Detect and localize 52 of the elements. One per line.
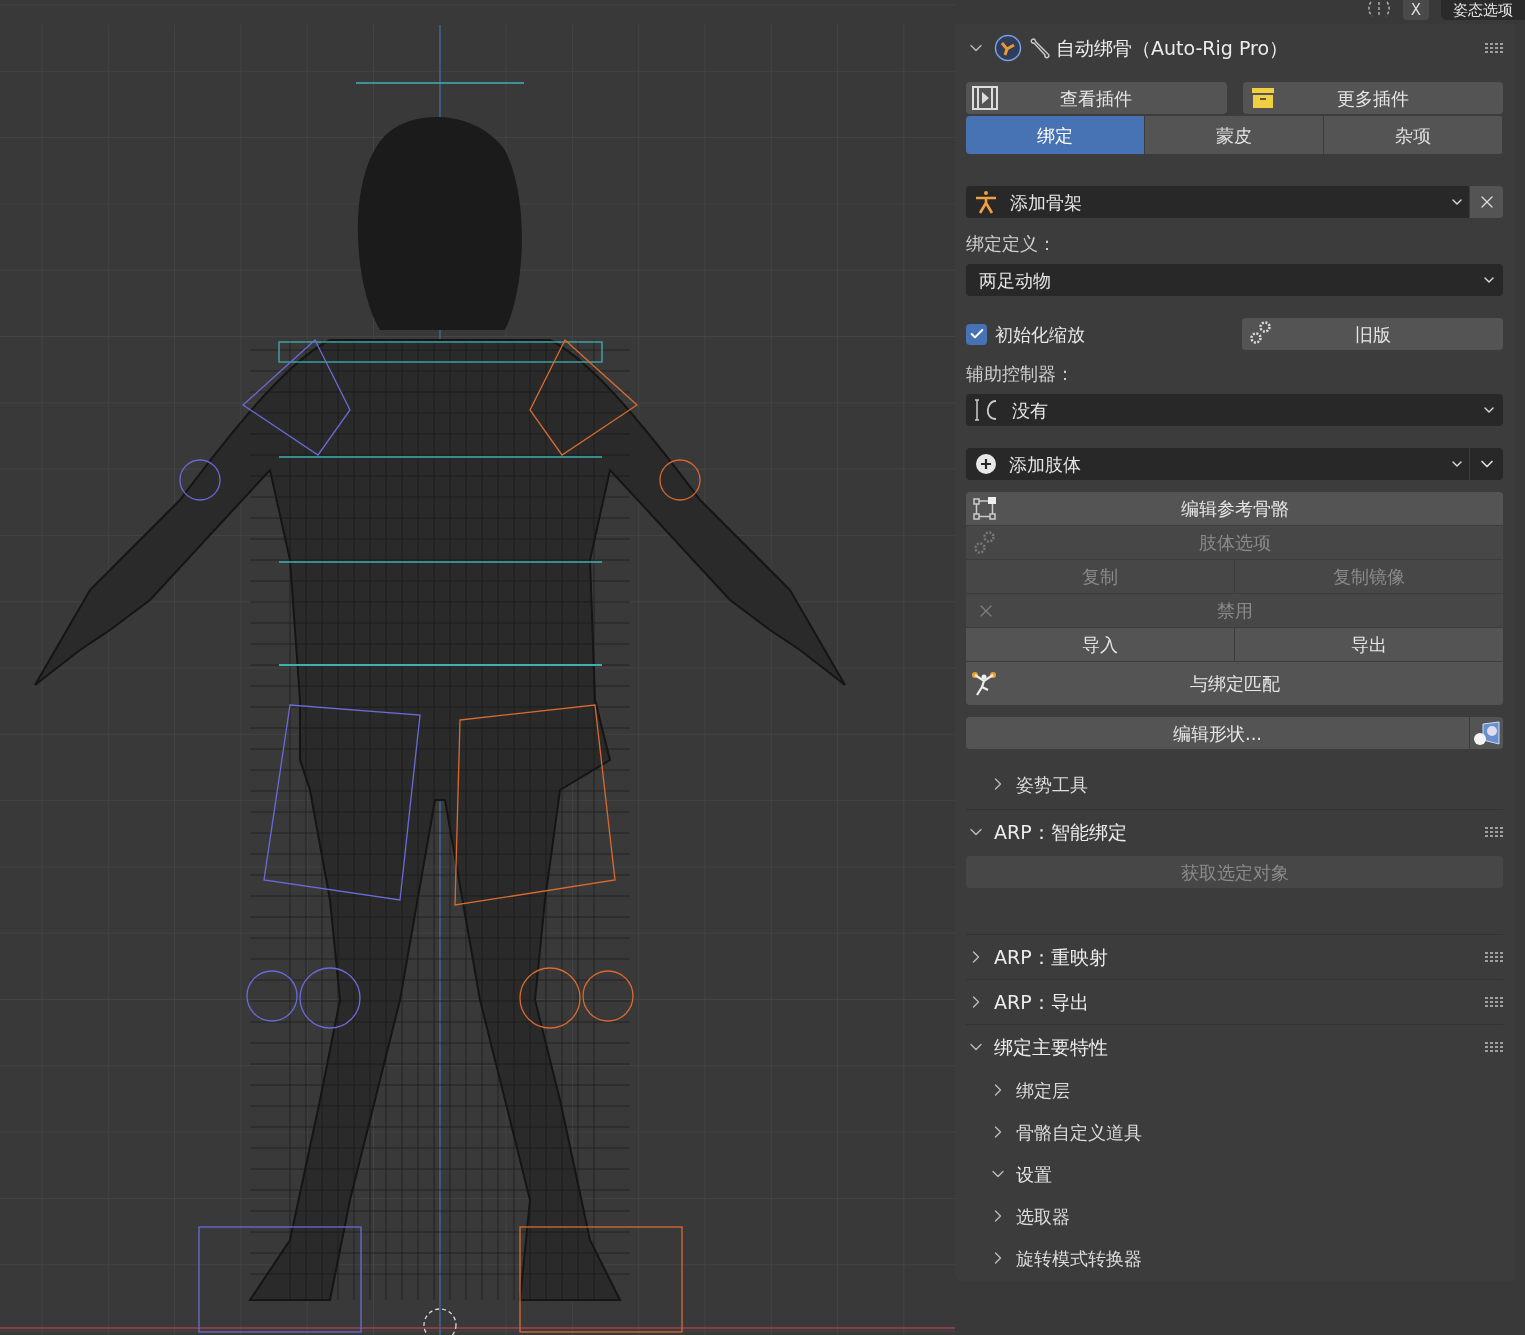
subpanel-title[interactable]: 旋转模式转换器	[1016, 1244, 1142, 1272]
panel-title[interactable]: ARP：导出	[994, 987, 1477, 1017]
checkbox[interactable]	[966, 323, 987, 345]
drag-handle-icon[interactable]	[1485, 827, 1503, 837]
close-button[interactable]: X	[1402, 0, 1429, 20]
running-figure-icon	[971, 669, 999, 698]
subpanel-title[interactable]: 姿势工具	[1016, 770, 1088, 798]
action-button[interactable]: 编辑参考骨骼	[966, 492, 1503, 525]
tab[interactable]: 绑定	[966, 116, 1145, 154]
field-label: 绑定定义：	[966, 232, 1057, 256]
helper-dropdown[interactable]: 没有	[966, 394, 1503, 426]
drag-handle-icon[interactable]	[1485, 952, 1503, 962]
figure-icon	[974, 190, 998, 214]
remove-button[interactable]	[1469, 186, 1503, 218]
bone-chain-icon	[972, 495, 998, 522]
gears-icon	[1248, 320, 1274, 346]
add-limb-dropdown[interactable]: 添加肢体	[966, 448, 1469, 480]
bone-icon	[1030, 37, 1052, 59]
field-label: 辅助控制器：	[966, 362, 1075, 386]
rig-definition-dropdown[interactable]: 两足动物	[966, 264, 1503, 296]
tab[interactable]: 蒙皮	[1145, 116, 1324, 154]
drag-handle-icon[interactable]	[1485, 43, 1503, 53]
panel-title[interactable]: 自动绑骨（Auto-Rig Pro）	[1056, 33, 1289, 63]
action-button[interactable]: 导出	[1235, 628, 1503, 661]
drag-handle-icon[interactable]	[1485, 1042, 1503, 1052]
legacy-button[interactable]: 旧版	[1242, 318, 1503, 350]
action-button[interactable]: 与绑定匹配	[966, 662, 1503, 705]
pose-icon[interactable]	[1366, 0, 1391, 18]
panel-title[interactable]: ARP：智能绑定	[994, 817, 1477, 847]
panel-tab[interactable]: 姿态选项	[1441, 0, 1525, 20]
subpanel-title[interactable]: 绑定层	[1016, 1076, 1070, 1104]
panel-title[interactable]: ARP：重映射	[994, 942, 1477, 972]
shape-button[interactable]	[1469, 717, 1503, 749]
addon-logo-icon	[994, 34, 1022, 62]
checkbox-label[interactable]: 初始化缩放	[995, 320, 1085, 348]
action-button[interactable]: 导入	[966, 628, 1234, 661]
plus-circle-icon	[976, 454, 996, 474]
gears-icon	[972, 529, 998, 556]
subpanel-title[interactable]: 设置	[1016, 1160, 1052, 1188]
sphere-plane-icon	[1472, 720, 1501, 746]
panel-title[interactable]: 绑定主要特性	[994, 1032, 1477, 1062]
addon-link-button[interactable]: 查看插件	[966, 82, 1227, 114]
edit-shape-button[interactable]: 编辑形状...	[966, 717, 1469, 749]
drag-handle-icon[interactable]	[1485, 997, 1503, 1007]
archive-box-icon	[1250, 87, 1275, 109]
addon-link-button[interactable]: 更多插件	[1242, 82, 1503, 114]
subpanel-title[interactable]: 骨骼自定义道具	[1016, 1118, 1142, 1146]
tab[interactable]: 杂项	[1324, 116, 1503, 154]
subpanel-title[interactable]: 选取器	[1016, 1202, 1070, 1230]
film-icon	[972, 86, 998, 110]
expand-button[interactable]	[1469, 448, 1503, 480]
add-armature-dropdown[interactable]: 添加骨架	[966, 186, 1469, 218]
